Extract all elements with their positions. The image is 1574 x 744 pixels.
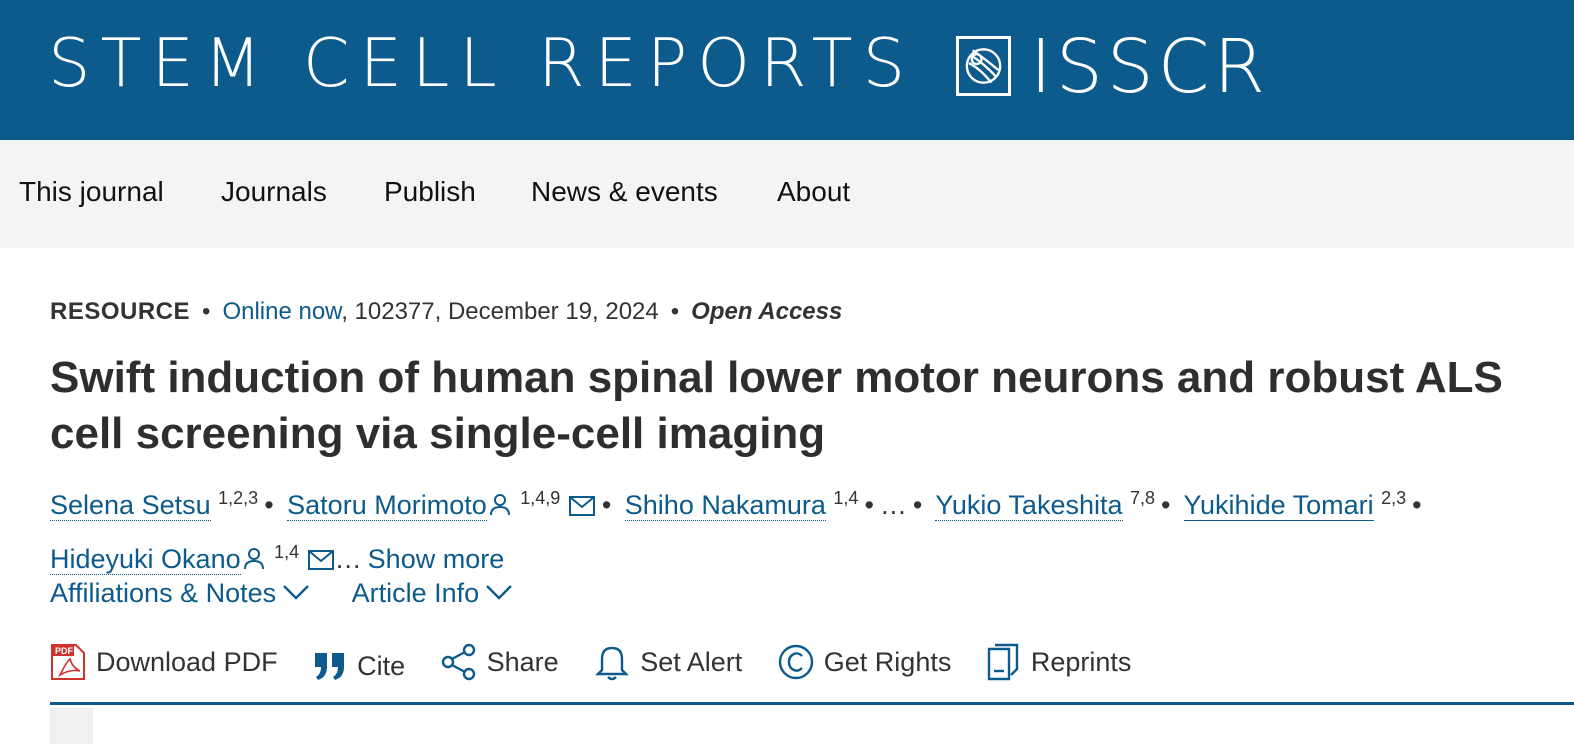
get-rights-button[interactable]: Get Rights (778, 640, 952, 684)
journal-banner: STEM CELL REPORTS ISSCR (0, 0, 1574, 140)
author-link[interactable]: Yukihide Tomari (1183, 490, 1374, 521)
person-icon[interactable] (487, 486, 513, 530)
download-pdf-label: Download PDF (96, 646, 278, 677)
author-affiliation: 1,2,3 (218, 488, 259, 508)
article-info-label: Article Info (351, 578, 480, 608)
author-link[interactable]: Selena Setsu (50, 490, 211, 521)
top-navigation: This journal Journals Publish News & eve… (0, 140, 1574, 248)
bell-icon (595, 646, 630, 681)
author-affiliation: 1,4,9 (520, 488, 561, 508)
share-icon (441, 643, 475, 681)
article-type: RESOURCE (50, 298, 191, 325)
author-link[interactable]: Satoru Morimoto (287, 490, 487, 521)
share-label: Share (486, 646, 559, 677)
affiliations-label: Affiliations & Notes (50, 578, 277, 608)
society-name[interactable]: ISSCR (1030, 30, 1269, 104)
meta-separator: • (670, 298, 680, 325)
copyright-icon (778, 644, 813, 680)
online-now-link[interactable]: Online now (222, 298, 341, 325)
open-access-label: Open Access (691, 298, 843, 325)
author-affiliation: 1,4 (833, 488, 859, 508)
author-ellipsis: … (334, 544, 362, 574)
nav-about[interactable]: About (777, 176, 850, 208)
author-link[interactable]: Shiho Nakamura (624, 490, 826, 521)
article-info-toggle[interactable]: Article Info (352, 578, 514, 609)
affiliations-toggle[interactable]: Affiliations & Notes (50, 578, 310, 609)
nav-news-events[interactable]: News & events (531, 176, 718, 208)
document-icon (987, 643, 1019, 681)
article-expanders: Affiliations & Notes Article Info (50, 578, 547, 609)
section-tab[interactable] (50, 708, 93, 744)
article-toolbar: PDF Download PDF Cite Share Set Alert Ge… (50, 640, 1159, 688)
author-affiliation: 1,4 (274, 542, 300, 562)
chevron-down-icon (486, 585, 513, 600)
share-button[interactable]: Share (441, 640, 559, 684)
isscr-logo-icon (956, 36, 1011, 96)
nav-publish[interactable]: Publish (384, 176, 476, 208)
author-link[interactable]: Yukio Takeshita (935, 490, 1123, 521)
reprints-button[interactable]: Reprints (987, 640, 1132, 684)
author-ellipsis: … (879, 490, 907, 520)
reprints-label: Reprints (1030, 646, 1132, 677)
cite-label: Cite (357, 650, 406, 681)
nav-journals[interactable]: Journals (221, 176, 327, 208)
author-list: Selena Setsu 1,2,3 • Satoru Morimoto 1,4,… (50, 476, 1560, 584)
get-rights-label: Get Rights (823, 646, 952, 677)
pdf-icon: PDF (51, 644, 85, 680)
svg-text:PDF: PDF (55, 646, 74, 656)
mail-icon[interactable] (568, 486, 596, 530)
toolbar-divider (50, 702, 1574, 705)
download-pdf-button[interactable]: PDF Download PDF (50, 640, 278, 684)
chevron-down-icon (283, 585, 309, 600)
nav-this-journal[interactable]: This journal (19, 176, 164, 208)
cite-button[interactable]: Cite (313, 644, 405, 688)
journal-name[interactable]: STEM CELL REPORTS (48, 30, 915, 97)
article-title: Swift induction of human spinal lower mo… (50, 353, 1503, 458)
article-meta: RESOURCE • Online now, 102377, December 19… (50, 298, 842, 326)
set-alert-button[interactable]: Set Alert (594, 640, 742, 684)
author-affiliation: 2,3 (1381, 488, 1407, 508)
author-affiliation: 7,8 (1130, 488, 1156, 508)
set-alert-label: Set Alert (640, 646, 743, 677)
author-link[interactable]: Hideyuki Okano (50, 544, 241, 575)
show-more-button[interactable]: Show more (368, 544, 505, 574)
meta-separator: • (202, 298, 211, 325)
citation-info: , 102377, December 19, 2024 (341, 298, 659, 325)
quote-icon (315, 653, 345, 680)
